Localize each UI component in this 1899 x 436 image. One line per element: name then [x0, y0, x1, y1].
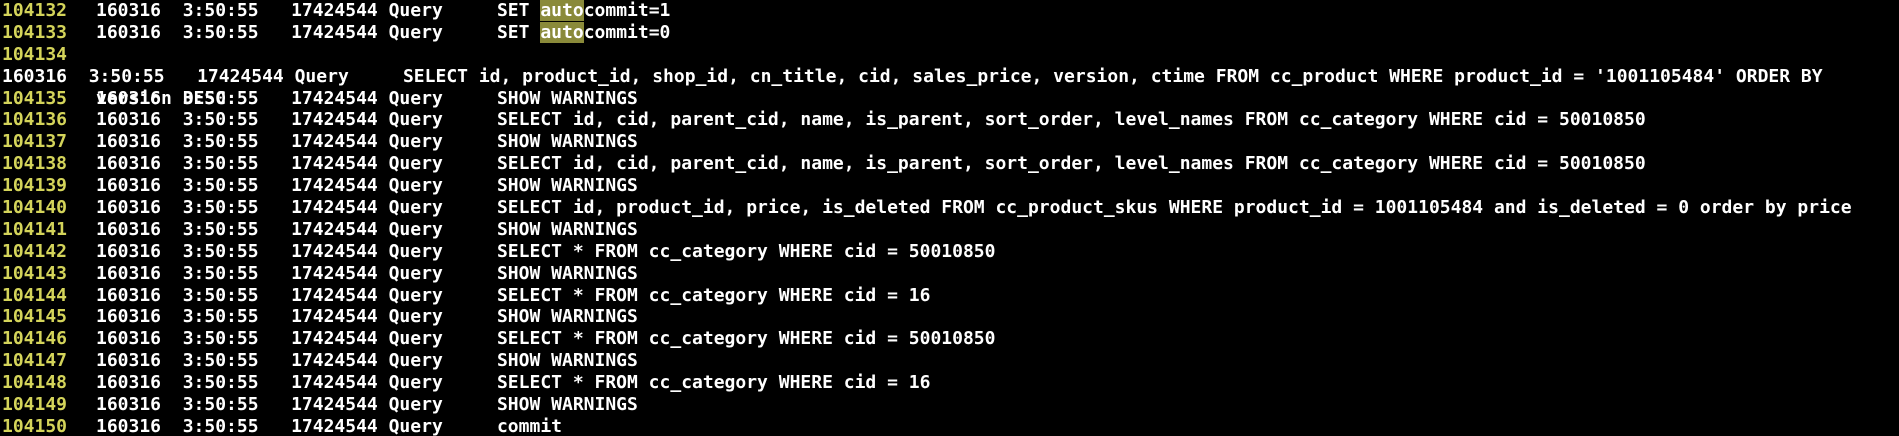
log-text: 160316 3:50:55 17424544 Query SET [96, 21, 541, 43]
log-line: 104143 160316 3:50:55 17424544 Query SHOW… [2, 263, 1899, 285]
log-line: 104133 160316 3:50:55 17424544 Query SET … [2, 21, 1899, 44]
log-line: 104144 160316 3:50:55 17424544 Query SELE… [2, 285, 1899, 307]
line-number: 104150 [2, 415, 68, 436]
log-text: 160316 3:50:55 17424544 Query SHOW WARNI… [96, 262, 638, 284]
line-number: 104148 [2, 372, 68, 394]
log-text: 160316 3:50:55 17424544 Query SHOW WARNI… [96, 87, 638, 109]
line-number: 104137 [2, 131, 68, 153]
log-text: 160316 3:50:55 17424544 Query SHOW WARNI… [96, 131, 638, 153]
terminal-log-view[interactable]: 104132 160316 3:50:55 17424544 Query SET … [0, 0, 1899, 436]
log-line: 104138 160316 3:50:55 17424544 Query SELE… [2, 153, 1899, 175]
log-line: 104136 160316 3:50:55 17424544 Query SELE… [2, 109, 1899, 131]
line-number: 104149 [2, 394, 68, 416]
log-line: 104142 160316 3:50:55 17424544 Query SELE… [2, 241, 1899, 263]
log-text: 160316 3:50:55 17424544 Query SET [96, 0, 541, 21]
line-number: 104136 [2, 109, 68, 131]
line-number: 104134 [2, 43, 68, 65]
log-line: 104145 160316 3:50:55 17424544 Query SHOW… [2, 306, 1899, 328]
log-text: 160316 3:50:55 17424544 Query SELECT id,… [96, 197, 1852, 219]
line-number: 104135 [2, 87, 68, 109]
search-match-highlight: auto [540, 0, 584, 21]
line-number: 104141 [2, 218, 68, 240]
log-text: 160316 3:50:55 17424544 Query commit [96, 415, 562, 436]
line-number: 104132 [2, 0, 68, 21]
log-line: 104135 160316 3:50:55 17424544 Query SHOW… [2, 88, 1899, 110]
log-text: 160316 3:50:55 17424544 Query SHOW WARNI… [96, 218, 638, 240]
log-line: 104137 160316 3:50:55 17424544 Query SHOW… [2, 131, 1899, 153]
log-text: 160316 3:50:55 17424544 Query SELECT * F… [96, 328, 996, 350]
line-number: 104138 [2, 153, 68, 175]
line-number: 104139 [2, 175, 68, 197]
log-line: 104139 160316 3:50:55 17424544 Query SHOW… [2, 175, 1899, 197]
line-number: 104146 [2, 328, 68, 350]
log-line: 104140 160316 3:50:55 17424544 Query SELE… [2, 197, 1899, 219]
search-match-highlight: auto [540, 21, 584, 43]
log-line: 104149 160316 3:50:55 17424544 Query SHOW… [2, 394, 1899, 416]
line-number: 104143 [2, 262, 68, 284]
log-text: 160316 3:50:55 17424544 Query SELECT id,… [96, 153, 1646, 175]
log-text: 160316 3:50:55 17424544 Query SELECT id,… [96, 109, 1646, 131]
line-number: 104140 [2, 197, 68, 219]
log-text: 160316 3:50:55 17424544 Query SELECT * F… [96, 284, 931, 306]
log-line: 104132 160316 3:50:55 17424544 Query SET … [2, 0, 1899, 22]
line-number: 104144 [2, 284, 68, 306]
log-line: 104134160316 3:50:55 17424544 Query SELE… [2, 43, 1899, 109]
log-text: 160316 3:50:55 17424544 Query SELECT id,… [2, 65, 1823, 87]
log-text-rest: commit=0 [583, 21, 671, 43]
log-text: 160316 3:50:55 17424544 Query SHOW WARNI… [96, 175, 638, 197]
log-line: 104148 160316 3:50:55 17424544 Query SELE… [2, 372, 1899, 394]
log-text: 160316 3:50:55 17424544 Query SHOW WARNI… [96, 350, 638, 372]
log-line: 104147 160316 3:50:55 17424544 Query SHOW… [2, 350, 1899, 372]
line-number: 104142 [2, 240, 68, 262]
log-text: 160316 3:50:55 17424544 Query SELECT * F… [96, 240, 996, 262]
log-line: 104150 160316 3:50:55 17424544 Query comm… [2, 416, 1899, 436]
line-number: 104145 [2, 306, 68, 328]
log-text: 160316 3:50:55 17424544 Query SHOW WARNI… [96, 394, 638, 416]
line-number: 104147 [2, 350, 68, 372]
log-line: 104141 160316 3:50:55 17424544 Query SHOW… [2, 219, 1899, 241]
line-number: 104133 [2, 21, 68, 43]
log-text: 160316 3:50:55 17424544 Query SELECT * F… [96, 372, 931, 394]
log-text-rest: commit=1 [583, 0, 671, 21]
log-text: 160316 3:50:55 17424544 Query SHOW WARNI… [96, 306, 638, 328]
log-line: 104146 160316 3:50:55 17424544 Query SELE… [2, 328, 1899, 350]
